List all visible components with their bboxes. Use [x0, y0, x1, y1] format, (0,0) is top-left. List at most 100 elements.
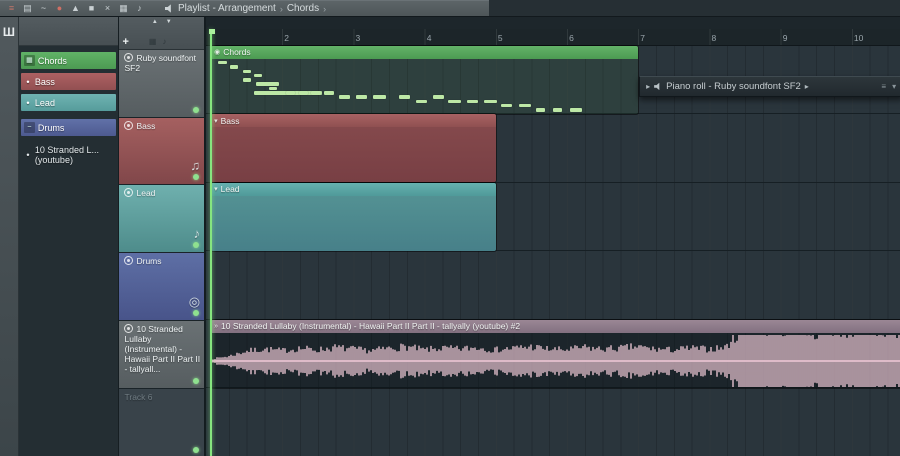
- clip-header[interactable]: ◉ Chords: [211, 45, 639, 59]
- track-header-bass[interactable]: Bass ♫: [119, 117, 205, 186]
- waveform-thumb-icon: ~: [23, 122, 35, 133]
- window-options-icon[interactable]: ≡: [881, 82, 886, 91]
- song-mode-icon[interactable]: ▤: [20, 1, 35, 16]
- clip-header[interactable]: » 10 Stranded Lullaby (Instrumental) - H…: [211, 319, 900, 333]
- track-led[interactable]: [193, 446, 200, 453]
- midi-note: [243, 78, 251, 82]
- clip-body: [211, 127, 497, 183]
- playhead-line[interactable]: [210, 29, 213, 456]
- playlist-grid-column: 2 3 4 5 6 7 8 9 10 ◉ Chords ▾ Bass ▾ Lea…: [206, 17, 900, 456]
- clip-header[interactable]: ▾ Bass: [211, 114, 497, 128]
- note-icon[interactable]: ♪: [162, 37, 166, 46]
- track-name: 10 Stranded Lullaby (Instrumental) - Haw…: [124, 324, 201, 375]
- clip-chords[interactable]: ◉ Chords: [211, 45, 639, 114]
- clip-header[interactable]: ▾ Lead: [211, 182, 497, 196]
- mute-icon[interactable]: ×: [100, 1, 115, 16]
- piano-roll-title: Piano roll - Ruby soundfont SF2: [666, 80, 801, 92]
- midi-note: [501, 103, 513, 108]
- midi-note: [416, 99, 427, 104]
- fl-studio-window: ≡ ▤ ~ ● ▲ ■ × ▦ ♪ Playlist - Arrangement › Chord…: [0, 0, 900, 456]
- picker-item-audio[interactable]: • 10 Stranded L...(youtube): [21, 145, 117, 165]
- track-header-lead[interactable]: Lead ♪: [119, 185, 205, 254]
- track-name: Bass: [136, 120, 156, 131]
- midi-note: [484, 99, 498, 104]
- playlist-lanes[interactable]: ◉ Chords ▾ Bass ▾ Lead » 10 Stranded Lul…: [206, 45, 900, 456]
- midi-note: [552, 108, 563, 112]
- playhead-marker[interactable]: [209, 29, 216, 34]
- picker-item-chords[interactable]: ▦ Chords: [20, 52, 117, 69]
- chevron-right-icon: ▸: [804, 81, 809, 91]
- breadcrumb-separator: ›: [323, 3, 327, 14]
- toolbar-right-section: [489, 0, 900, 16]
- picker-panel: ▦ Chords • Bass • Lead ~ Drums • 10 Stra…: [18, 17, 120, 456]
- track-name: Lead: [136, 188, 156, 199]
- wave-icon[interactable]: ~: [36, 1, 51, 16]
- lane-track6[interactable]: [206, 388, 900, 456]
- stop-icon[interactable]: ■: [84, 1, 99, 16]
- midi-note: [243, 69, 251, 74]
- clip-lead[interactable]: ▾ Lead: [211, 182, 497, 251]
- clip-bass[interactable]: ▾ Bass: [211, 114, 497, 183]
- add-track-button[interactable]: +: [122, 36, 128, 47]
- panel-columns-icon[interactable]: Ш: [3, 25, 15, 456]
- main-menu-icon[interactable]: ≡: [4, 1, 19, 16]
- window-collapse-icon[interactable]: ▾: [892, 82, 896, 91]
- bar-number: 7: [640, 32, 646, 43]
- bar-number: 3: [355, 32, 361, 43]
- note-icon[interactable]: ♪: [132, 1, 147, 16]
- track-led[interactable]: [193, 106, 200, 113]
- picker-item-label: Lead: [34, 97, 55, 108]
- track-info-icon[interactable]: [124, 188, 134, 198]
- track-name: Drums: [136, 256, 162, 267]
- picker-item-lead[interactable]: • Lead: [20, 94, 117, 111]
- midi-note: [268, 86, 278, 91]
- midi-note: [230, 65, 238, 69]
- record-icon[interactable]: ●: [52, 1, 67, 16]
- track-led[interactable]: [193, 242, 200, 249]
- track-info-icon[interactable]: [124, 324, 134, 334]
- picker-item-label: Drums: [37, 122, 65, 133]
- midi-note: [518, 103, 532, 108]
- picker-item-bass[interactable]: • Bass: [20, 73, 117, 90]
- track-info-icon[interactable]: [124, 256, 134, 266]
- midi-note: [373, 95, 387, 99]
- clip-body: [211, 332, 900, 388]
- track-toolbar-icons: ▦ ♪: [149, 37, 167, 46]
- track-header-ruby[interactable]: Ruby soundfont SF2: [119, 49, 205, 118]
- track-header-track6[interactable]: Track 6: [119, 389, 205, 456]
- midi-note: [398, 95, 410, 99]
- picker-item-label: Chords: [37, 55, 67, 66]
- scroll-down-icon[interactable]: ▼: [166, 19, 172, 25]
- clip-audio[interactable]: » 10 Stranded Lullaby (Instrumental) - H…: [211, 319, 900, 388]
- track-led[interactable]: [193, 310, 200, 317]
- toolbar-icon-group: ≡ ▤ ~ ● ▲ ■ × ▦ ♪: [4, 1, 147, 16]
- top-toolbar: ≡ ▤ ~ ● ▲ ■ × ▦ ♪ Playlist - Arrangement › Chord…: [0, 0, 900, 17]
- picker-item-label: Bass: [34, 76, 55, 87]
- clip-label: Chords: [223, 47, 251, 58]
- track-info-icon[interactable]: [124, 52, 134, 62]
- midi-note: [255, 82, 280, 86]
- track-header-drums[interactable]: Drums ◎: [119, 253, 205, 322]
- breadcrumb-chords[interactable]: Chords: [287, 3, 319, 14]
- track-header-audio[interactable]: 10 Stranded Lullaby (Instrumental) - Haw…: [119, 321, 205, 390]
- track-name: Ruby soundfont SF2: [124, 52, 197, 73]
- track-led[interactable]: [193, 378, 200, 385]
- midi-note: [356, 95, 367, 99]
- picker-header: [18, 17, 119, 46]
- breadcrumb-playlist[interactable]: Playlist - Arrangement: [178, 3, 276, 14]
- timeline-ruler[interactable]: 2 3 4 5 6 7 8 9 10: [206, 28, 900, 46]
- scroll-up-icon[interactable]: ▲: [152, 19, 158, 25]
- bullet-icon: •: [26, 97, 30, 108]
- play-icon[interactable]: ▲: [68, 1, 83, 16]
- keyboard-icon[interactable]: ▦: [116, 1, 131, 16]
- clip-label: 10 Stranded Lullaby (Instrumental) - Haw…: [221, 321, 521, 332]
- piano-roll-titlebar[interactable]: ▸ Piano roll - Ruby soundfont SF2 ▸ ≡ ▾: [639, 75, 900, 97]
- window-menu-arrow-icon[interactable]: ▸: [646, 82, 650, 91]
- track-led[interactable]: [193, 174, 200, 181]
- track-info-icon[interactable]: [124, 120, 134, 130]
- piano-keys-icon[interactable]: ▦: [149, 37, 157, 46]
- chevron-down-icon: ▾: [214, 186, 218, 194]
- lane-drums[interactable]: [206, 251, 900, 320]
- picker-item-drums[interactable]: ~ Drums: [20, 119, 117, 136]
- midi-note: [448, 99, 461, 104]
